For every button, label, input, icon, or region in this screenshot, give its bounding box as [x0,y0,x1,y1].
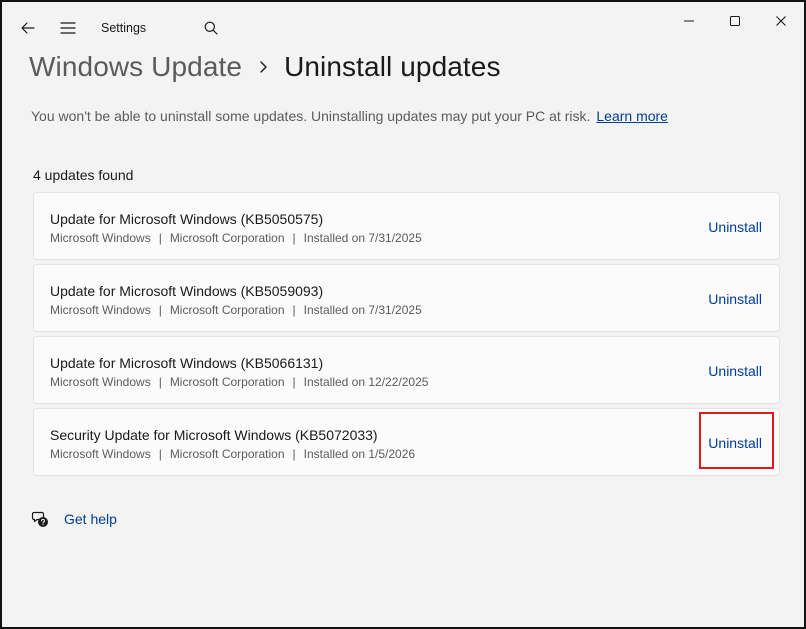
meta-separator: | [292,303,296,317]
maximize-button[interactable] [712,6,758,36]
update-publisher: Microsoft Corporation [169,231,285,245]
back-button[interactable] [14,14,42,42]
update-installed-date: Installed on 7/31/2025 [303,231,422,245]
search-icon [204,21,218,35]
get-help-link[interactable]: Get help [31,510,117,528]
title-bar: Settings [2,2,804,42]
search-button[interactable] [197,14,225,42]
update-product: Microsoft Windows [50,375,151,389]
update-meta: Microsoft Windows | Microsoft Corporation |… [50,447,415,461]
breadcrumb-separator [242,52,284,82]
settings-window: Settings Windows Update Uninstall update… [0,0,806,629]
update-installed-date: Installed on 1/5/2026 [303,447,416,461]
update-product: Microsoft Windows [50,447,151,461]
update-title: Update for Microsoft Windows (KB5066131) [50,355,324,371]
update-meta: Microsoft Windows | Microsoft Corporation |… [50,303,422,317]
update-title: Update for Microsoft Windows (KB5050575) [50,211,324,227]
update-product: Microsoft Windows [50,231,151,245]
update-publisher: Microsoft Corporation [169,447,285,461]
close-icon [776,16,786,26]
updates-count: 4 updates found [33,167,134,183]
update-row: Security Update for Microsoft Windows (K… [33,408,780,476]
chevron-right-icon [260,61,267,73]
close-button[interactable] [758,6,804,36]
updates-list: Update for Microsoft Windows (KB5050575)… [33,192,780,480]
meta-separator: | [158,231,162,245]
help-chat-icon [31,510,49,528]
update-title: Update for Microsoft Windows (KB5059093) [50,283,324,299]
update-product: Microsoft Windows [50,303,151,317]
navigation-menu-button[interactable] [54,14,82,42]
update-row: Update for Microsoft Windows (KB5066131)… [33,336,780,404]
uninstall-button[interactable]: Uninstall [708,435,762,451]
update-meta: Microsoft Windows | Microsoft Corporation |… [50,375,428,389]
maximize-icon [730,16,740,26]
uninstall-button[interactable]: Uninstall [708,291,762,307]
meta-separator: | [158,375,162,389]
back-arrow-icon [21,22,35,34]
warning-text: You won't be able to uninstall some upda… [31,108,591,124]
update-meta: Microsoft Windows | Microsoft Corporation |… [50,231,422,245]
meta-separator: | [158,447,162,461]
page-title: Uninstall updates [284,51,501,82]
meta-separator: | [292,231,296,245]
uninstall-button[interactable]: Uninstall [708,219,762,235]
app-title: Settings [101,21,147,35]
update-row: Update for Microsoft Windows (KB5059093)… [33,264,780,332]
update-publisher: Microsoft Corporation [169,303,285,317]
hamburger-menu-icon [60,22,76,34]
uninstall-button[interactable]: Uninstall [708,363,762,379]
breadcrumb-windows-update[interactable]: Windows Update [29,51,242,83]
meta-separator: | [292,447,296,461]
breadcrumb: Windows Update Uninstall updates [29,51,501,83]
meta-separator: | [158,303,162,317]
meta-separator: | [292,375,296,389]
update-installed-date: Installed on 7/31/2025 [303,303,422,317]
update-installed-date: Installed on 12/22/2025 [303,375,429,389]
learn-more-link[interactable]: Learn more [596,108,668,124]
minimize-icon [684,20,694,22]
update-publisher: Microsoft Corporation [169,375,285,389]
update-title: Security Update for Microsoft Windows (K… [50,427,378,443]
uninstall-warning: You won't be able to uninstall some upda… [31,108,668,124]
minimize-button[interactable] [666,6,712,36]
update-row: Update for Microsoft Windows (KB5050575)… [33,192,780,260]
get-help-label: Get help [64,511,117,527]
